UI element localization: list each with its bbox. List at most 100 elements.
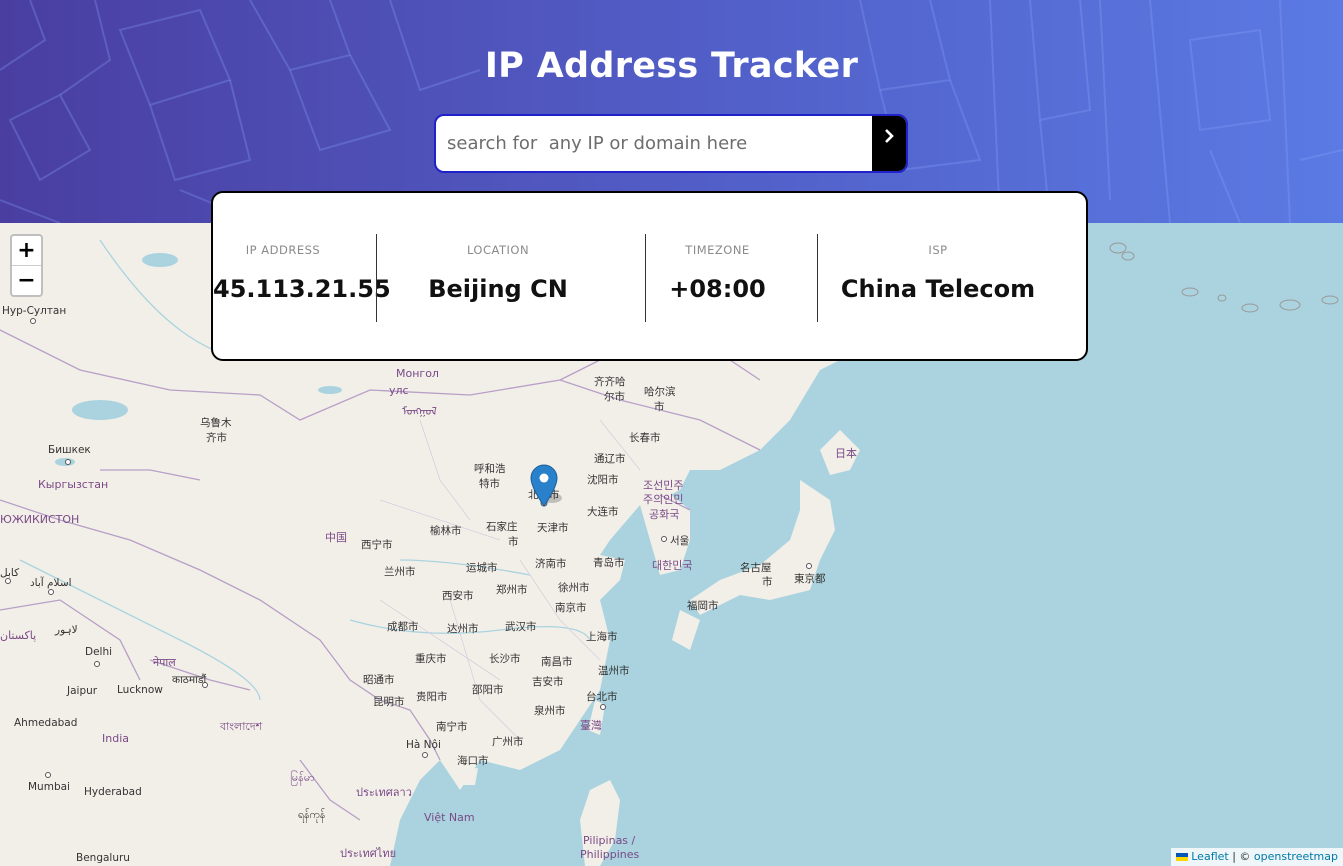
map-label: 공화국 bbox=[649, 508, 680, 521]
isp-section: ISP China Telecom bbox=[818, 233, 1058, 321]
chevron-right-icon bbox=[884, 129, 894, 143]
map-label: 名古屋 bbox=[740, 562, 772, 574]
map-label: 尔市 bbox=[604, 391, 625, 403]
osm-link[interactable]: openstreetmap bbox=[1254, 850, 1338, 863]
ip-address-label: IP ADDRESS bbox=[245, 243, 321, 257]
map-label: 邵阳市 bbox=[472, 684, 504, 696]
ip-address-value: 45.113.21.55 bbox=[213, 275, 391, 303]
map-label: 齐齐哈 bbox=[594, 376, 626, 388]
location-value: Beijing CN bbox=[428, 275, 568, 303]
map-label: Việt Nam bbox=[424, 811, 475, 824]
map-label: 西宁市 bbox=[361, 539, 393, 551]
map-label: ЮЖИКИСТОН bbox=[0, 513, 80, 526]
map-label: काठमाडौं bbox=[172, 674, 207, 686]
map-label: 沈阳市 bbox=[587, 474, 619, 486]
map-label: 昭通市 bbox=[363, 674, 395, 686]
map-label: 東京都 bbox=[794, 573, 826, 585]
zoom-out-button[interactable]: − bbox=[12, 265, 41, 294]
map-label: 昆明市 bbox=[373, 696, 405, 708]
map-label: 市 bbox=[654, 401, 665, 413]
ip-address-section: IP ADDRESS 45.113.21.55 bbox=[213, 233, 391, 321]
map-label: 运城市 bbox=[466, 562, 498, 574]
map-label: 福岡市 bbox=[687, 600, 719, 612]
map-label: 서울 bbox=[670, 535, 690, 547]
map-label: 特市 bbox=[479, 478, 500, 490]
map-label: Монгол bbox=[396, 367, 439, 380]
map-label: Бишкек bbox=[48, 444, 91, 456]
ukraine-flag-icon bbox=[1175, 853, 1188, 861]
map-label: 达州市 bbox=[447, 623, 479, 635]
attribution-separator: | bbox=[1232, 850, 1236, 863]
map-label: لاہور bbox=[55, 624, 78, 636]
map-label: नेपाल bbox=[153, 656, 176, 669]
map-label: کابل bbox=[0, 567, 20, 579]
map-label: 贵阳市 bbox=[416, 691, 448, 703]
map-label: 温州市 bbox=[598, 665, 630, 677]
map-label: ᠮᠣᠩᠭᠣᠯ bbox=[402, 405, 437, 418]
isp-label: ISP bbox=[928, 243, 948, 257]
map-label: Philippines bbox=[580, 848, 640, 861]
map-attribution: Leaflet | © openstreetmap bbox=[1170, 848, 1343, 866]
search-input[interactable] bbox=[436, 116, 876, 171]
map-label: 市 bbox=[762, 576, 773, 588]
isp-value: China Telecom bbox=[840, 275, 1036, 303]
map-label: پاکستان bbox=[0, 629, 37, 642]
map-label: 成都市 bbox=[387, 621, 419, 633]
map-label: 长春市 bbox=[629, 432, 661, 444]
map-label: বাংলাদেশ bbox=[220, 720, 263, 733]
timezone-label: TIMEZONE bbox=[685, 243, 750, 257]
location-label: LOCATION bbox=[466, 243, 530, 257]
map-label: 대한민국 bbox=[652, 559, 693, 572]
map-label: 徐州市 bbox=[558, 582, 590, 594]
zoom-control: + − bbox=[10, 234, 43, 297]
map-label: 市 bbox=[508, 536, 519, 548]
map-label: Delhi bbox=[85, 646, 113, 658]
map-label: 青岛市 bbox=[593, 557, 625, 569]
map-label: ရန်ကုန် bbox=[298, 809, 326, 821]
map-label: ประเทศไทย bbox=[340, 847, 397, 860]
map-label: 乌鲁木 bbox=[200, 417, 232, 429]
map-label: ประเทศลาว bbox=[356, 786, 412, 799]
map-label: 广州市 bbox=[492, 736, 524, 748]
map-pin-icon[interactable] bbox=[530, 464, 562, 510]
location-section: LOCATION Beijing CN bbox=[377, 233, 619, 321]
search-bar bbox=[434, 114, 908, 173]
map-label: 吉安市 bbox=[532, 676, 564, 688]
map-label: 大连市 bbox=[587, 506, 619, 518]
timezone-value: +08:00 bbox=[669, 275, 766, 303]
map-label: 日本 bbox=[835, 447, 857, 460]
ip-info-card: IP ADDRESS 45.113.21.55 LOCATION Beijing… bbox=[211, 191, 1088, 361]
map-label: 长沙市 bbox=[489, 653, 521, 665]
map-label: 榆林市 bbox=[430, 525, 462, 537]
map-label: 南昌市 bbox=[541, 656, 573, 668]
leaflet-link[interactable]: Leaflet bbox=[1191, 850, 1228, 863]
page-title: IP Address Tracker bbox=[484, 46, 859, 86]
map-label: Ahmedabad bbox=[14, 717, 78, 729]
map-label: Mumbai bbox=[28, 781, 70, 793]
map-label: اسلام آباد bbox=[30, 577, 72, 589]
map-label: Lucknow bbox=[117, 684, 163, 696]
map-label: 济南市 bbox=[535, 558, 567, 570]
map-label: Pilipinas / bbox=[583, 834, 636, 847]
map-label: Hyderabad bbox=[84, 786, 142, 798]
map-label: 中国 bbox=[325, 531, 347, 544]
map-label: 西安市 bbox=[442, 590, 474, 602]
zoom-in-button[interactable]: + bbox=[12, 236, 41, 265]
map-label: 臺灣 bbox=[580, 719, 602, 732]
map-label: 南宁市 bbox=[436, 721, 468, 733]
header-banner: IP Address Tracker bbox=[0, 0, 1343, 223]
attribution-copyright: © bbox=[1239, 850, 1251, 863]
map-label: 通辽市 bbox=[594, 453, 626, 465]
map-label: Bengaluru bbox=[76, 852, 130, 864]
map-label: 上海市 bbox=[586, 631, 618, 643]
map-label: 南京市 bbox=[555, 602, 587, 614]
search-button[interactable] bbox=[872, 116, 906, 171]
map-label: 重庆市 bbox=[415, 653, 447, 665]
map-label: 呼和浩 bbox=[474, 463, 506, 475]
map-label: 海口市 bbox=[457, 755, 489, 767]
map-label: India bbox=[102, 732, 129, 745]
map-label: 台北市 bbox=[586, 691, 618, 703]
map-label: မြန်မာ bbox=[290, 771, 315, 784]
map-label: 石家庄 bbox=[486, 521, 518, 533]
timezone-section: TIMEZONE +08:00 bbox=[646, 233, 789, 321]
